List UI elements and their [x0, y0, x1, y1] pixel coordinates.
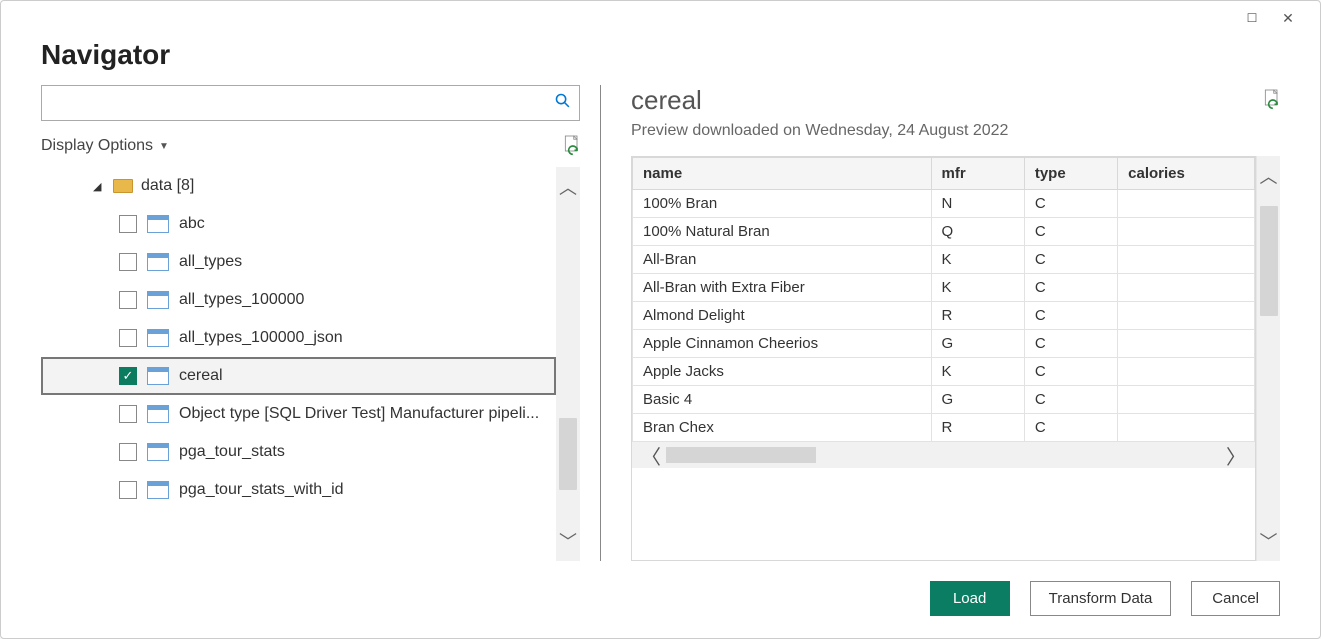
checkbox[interactable] — [119, 215, 137, 233]
scroll-right-icon[interactable]: 〉 — [1221, 441, 1251, 470]
tree-item-label: cereal — [179, 367, 554, 385]
tree-container: ◢ data [8] abc all_types — [41, 167, 580, 561]
table-header-row: name mfr type calories — [633, 158, 1255, 190]
preview-grid: name mfr type calories 100% BranNC 100% … — [631, 156, 1256, 561]
scroll-left-icon[interactable]: 〈 — [636, 441, 666, 470]
left-panel: Display Options ▼ ◢ — [41, 85, 601, 561]
tree-scrollbar[interactable]: ︿ ﹀ — [556, 167, 580, 561]
tree-item-label: Object type [SQL Driver Test] Manufactur… — [179, 405, 556, 423]
tree-item-label: all_types — [179, 253, 556, 271]
table-body: 100% BranNC 100% Natural BranQC All-Bran… — [633, 190, 1255, 442]
navigator-dialog: ☐ ✕ Navigator Display Options ▼ — [0, 0, 1321, 639]
tree-item-label: pga_tour_stats — [179, 443, 556, 461]
scroll-down-icon[interactable]: ﹀ — [1260, 521, 1278, 561]
table-row[interactable]: Apple Cinnamon CheeriosGC — [633, 330, 1255, 358]
tree-item-all-types-100000[interactable]: all_types_100000 — [41, 281, 556, 319]
scroll-thumb[interactable] — [666, 447, 816, 463]
col-calories[interactable]: calories — [1118, 158, 1255, 190]
table-row[interactable]: 100% Natural BranQC — [633, 218, 1255, 246]
tree-item-object-type[interactable]: Object type [SQL Driver Test] Manufactur… — [41, 395, 556, 433]
tree-item-pga-tour-stats[interactable]: pga_tour_stats — [41, 433, 556, 471]
col-mfr[interactable]: mfr — [931, 158, 1024, 190]
cancel-button[interactable]: Cancel — [1191, 581, 1280, 616]
table-icon — [147, 215, 169, 233]
scroll-thumb[interactable] — [559, 418, 577, 490]
load-button[interactable]: Load — [930, 581, 1010, 616]
checkbox[interactable] — [119, 329, 137, 347]
checkbox[interactable] — [119, 405, 137, 423]
scroll-up-icon[interactable]: ︿ — [1260, 156, 1278, 196]
navigator-tree: ◢ data [8] abc all_types — [41, 167, 556, 561]
tree-item-pga-tour-stats-with-id[interactable]: pga_tour_stats_with_id — [41, 471, 556, 509]
folder-label: data [8] — [141, 177, 556, 195]
titlebar: ☐ ✕ — [1, 1, 1320, 29]
col-name[interactable]: name — [633, 158, 932, 190]
table-icon — [147, 329, 169, 347]
checkbox[interactable] — [119, 253, 137, 271]
tree-item-label: all_types_100000_json — [179, 329, 556, 347]
dialog-footer: Load Transform Data Cancel — [1, 561, 1320, 638]
preview-title: cereal — [631, 85, 1008, 116]
scroll-thumb[interactable] — [1260, 206, 1278, 316]
checkbox[interactable] — [119, 291, 137, 309]
table-icon — [147, 405, 169, 423]
collapse-icon[interactable]: ◢ — [93, 180, 105, 193]
checkbox[interactable] — [119, 443, 137, 461]
preview-panel: cereal Preview downloaded on Wednesday, … — [601, 85, 1280, 561]
table-icon — [147, 367, 169, 385]
tree-item-all-types[interactable]: all_types — [41, 243, 556, 281]
table-row[interactable]: All-Bran with Extra FiberKC — [633, 274, 1255, 302]
checkbox[interactable] — [119, 481, 137, 499]
tree-item-all-types-100000-json[interactable]: all_types_100000_json — [41, 319, 556, 357]
tree-item-cereal[interactable]: ✓ cereal — [41, 357, 556, 395]
display-options-row: Display Options ▼ — [41, 135, 580, 157]
table-row[interactable]: Basic 4GC — [633, 386, 1255, 414]
maximize-button[interactable]: ☐ — [1234, 11, 1270, 25]
transform-data-button[interactable]: Transform Data — [1030, 581, 1172, 616]
chevron-down-icon: ▼ — [159, 141, 169, 152]
display-options-label: Display Options — [41, 137, 153, 155]
tree-item-abc[interactable]: abc — [41, 205, 556, 243]
tree-folder-data[interactable]: ◢ data [8] — [41, 167, 556, 205]
preview-table: name mfr type calories 100% BranNC 100% … — [632, 157, 1255, 442]
table-row[interactable]: Bran ChexRC — [633, 414, 1255, 442]
checkbox-checked[interactable]: ✓ — [119, 367, 137, 385]
grid-vscrollbar[interactable]: ︿ ﹀ — [1256, 156, 1280, 561]
search-icon[interactable] — [554, 92, 571, 114]
refresh-tree-button[interactable] — [562, 135, 580, 157]
display-options-dropdown[interactable]: Display Options ▼ — [41, 137, 169, 155]
table-row[interactable]: 100% BranNC — [633, 190, 1255, 218]
table-row[interactable]: Apple JacksKC — [633, 358, 1255, 386]
grid-area: name mfr type calories 100% BranNC 100% … — [631, 156, 1280, 561]
preview-subtitle: Preview downloaded on Wednesday, 24 Augu… — [631, 122, 1008, 140]
folder-icon — [113, 179, 133, 193]
preview-header: cereal Preview downloaded on Wednesday, … — [631, 85, 1280, 140]
table-row[interactable]: Almond DelightRC — [633, 302, 1255, 330]
dialog-title: Navigator — [1, 29, 1320, 85]
table-icon — [147, 253, 169, 271]
table-icon — [147, 481, 169, 499]
table-row[interactable]: All-BranKC — [633, 246, 1255, 274]
search-input[interactable] — [48, 91, 554, 115]
scroll-down-icon[interactable]: ﹀ — [559, 521, 577, 561]
table-icon — [147, 443, 169, 461]
table-icon — [147, 291, 169, 309]
col-type[interactable]: type — [1024, 158, 1117, 190]
refresh-preview-button[interactable] — [1262, 89, 1280, 111]
grid-hscrollbar[interactable]: 〈 〉 — [632, 442, 1255, 468]
close-button[interactable]: ✕ — [1270, 10, 1306, 27]
scroll-track[interactable] — [666, 447, 1221, 463]
tree-item-label: all_types_100000 — [179, 291, 556, 309]
search-box[interactable] — [41, 85, 580, 121]
content-area: Display Options ▼ ◢ — [1, 85, 1320, 561]
tree-item-label: pga_tour_stats_with_id — [179, 481, 556, 499]
scroll-up-icon[interactable]: ︿ — [559, 167, 577, 207]
preview-titles: cereal Preview downloaded on Wednesday, … — [631, 85, 1008, 140]
tree-item-label: abc — [179, 215, 556, 233]
